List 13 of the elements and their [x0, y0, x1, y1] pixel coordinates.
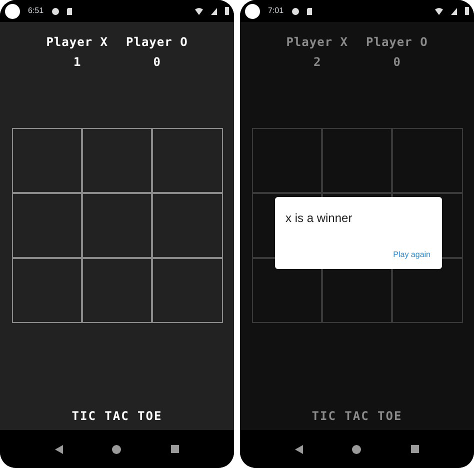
player-name: Player X — [46, 34, 108, 50]
player-score: 1 — [73, 54, 81, 70]
status-time: 7:01 — [268, 5, 284, 17]
player-name: Player O — [366, 34, 428, 50]
game-title: TIC TAC TOE — [312, 408, 402, 425]
status-time: 6:51 — [28, 5, 44, 17]
player-name: Player O — [126, 34, 188, 50]
player-name: Player X — [286, 34, 348, 50]
game-title: TIC TAC TOE — [72, 408, 162, 425]
dialog-message: x is a winner — [286, 210, 354, 227]
player-score: 0 — [393, 54, 401, 70]
player-score: 2 — [313, 54, 321, 70]
player-score: 0 — [153, 54, 161, 70]
